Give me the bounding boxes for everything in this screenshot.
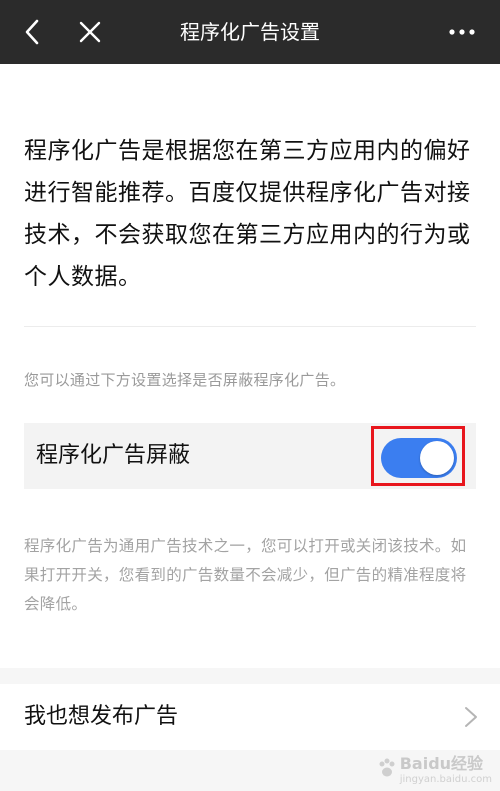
publish-ads-row[interactable]: 我也想发布广告 [0, 684, 500, 750]
navigation-bar: 程序化广告设置 [0, 0, 500, 64]
divider [24, 326, 476, 327]
more-icon[interactable] [442, 0, 482, 64]
intro-text: 程序化广告是根据您在第三方应用内的偏好进行智能推荐。百度仅提供程序化广告对接技术… [24, 138, 471, 290]
settings-card: 程序化广告是根据您在第三方应用内的偏好进行智能推荐。百度仅提供程序化广告对接技术… [0, 64, 500, 668]
watermark: Baidu经验 jingyan.baidu.com [376, 750, 492, 785]
block-programmatic-ads-row: 程序化广告屏蔽 [24, 423, 476, 489]
page-title: 程序化广告设置 [180, 20, 320, 44]
setting-description: 程序化广告为通用广告技术之一，您可以打开或关闭该技术。如果打开开关，您看到的广告… [24, 537, 467, 613]
paw-icon [379, 758, 395, 776]
chevron-right-icon [465, 707, 477, 727]
toggle-knob [420, 441, 454, 475]
block-ads-toggle[interactable] [381, 438, 457, 478]
watermark-sub: jingyan.baidu.com [399, 774, 492, 785]
setting-label: 程序化广告屏蔽 [36, 443, 191, 468]
watermark-brand: Baidu经验 [399, 754, 484, 773]
setting-hint: 您可以通过下方设置选择是否屏蔽程序化广告。 [24, 371, 346, 389]
publish-ads-label: 我也想发布广告 [24, 704, 179, 729]
